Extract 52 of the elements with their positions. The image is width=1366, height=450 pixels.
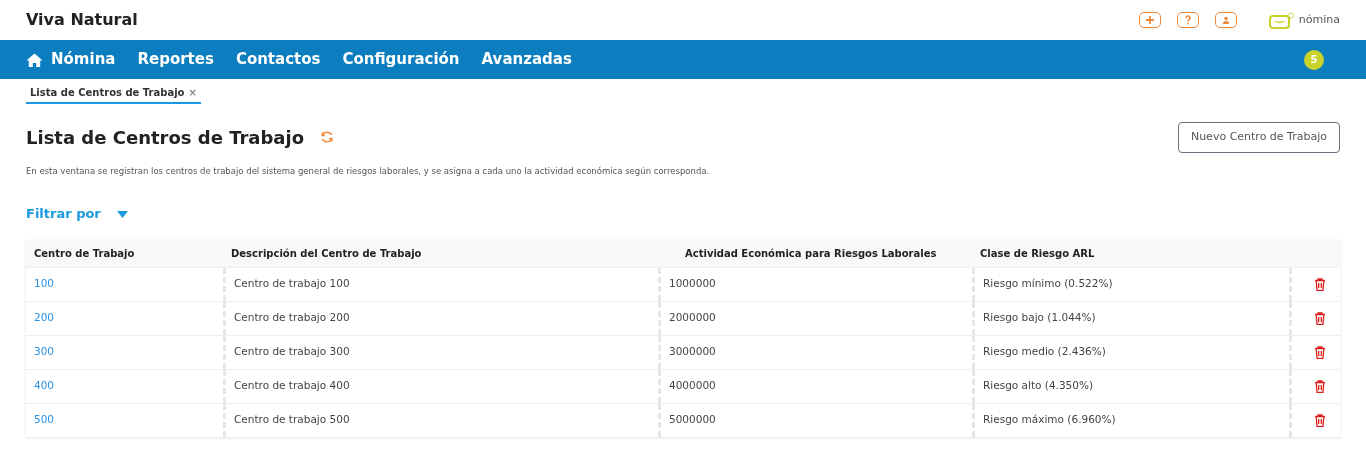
filter-dropdown[interactable]: Filtrar por (26, 204, 128, 224)
nav-link[interactable]: Contactos (235, 48, 321, 71)
help-button[interactable] (1176, 12, 1199, 28)
user-icon (1221, 16, 1230, 24)
table-cell-text: Riesgo mínimo (0.522%) (983, 276, 1113, 292)
table-cell-text: Centro de trabajo 200 (234, 310, 350, 326)
table-cell-text: Centro de trabajo 400 (234, 378, 350, 394)
open-tab[interactable]: Lista de Centros de Trabajo × (26, 79, 201, 104)
table-cell-text: 3000000 (669, 344, 716, 360)
table-cell-text: 1000000 (669, 276, 716, 292)
delete-icon[interactable] (1314, 345, 1326, 359)
delete-icon[interactable] (1314, 311, 1326, 325)
code-link[interactable]: 100 (34, 276, 55, 293)
description-text: En esta ventana se registran los centros de trabajo del sistema general de riesgos laborales, y se asigna a cada uno la actividad económica según corresponda. (26, 164, 711, 178)
plus-icon (1144, 15, 1155, 25)
table-cell-text: Centro de trabajo 300 (234, 344, 350, 360)
column-header: Descripción del Centro de Trabajo (230, 246, 423, 261)
close-icon[interactable]: × (188, 85, 197, 100)
product-label: nómina (1298, 11, 1340, 28)
code-link[interactable]: 400 (34, 378, 55, 395)
table-cell-text: Centro de trabajo 500 (234, 412, 350, 428)
delete-icon[interactable] (1314, 379, 1326, 393)
nav-link[interactable]: Configuración (342, 48, 460, 71)
nav-link[interactable]: Avanzadas (481, 48, 572, 71)
plus-button[interactable] (1138, 12, 1161, 28)
app-title: Viva Natural (26, 9, 138, 31)
code-link[interactable]: 300 (34, 344, 55, 361)
notification-badge: 5 (1304, 49, 1324, 70)
user-button[interactable] (1214, 12, 1237, 28)
table-cell-text: Riesgo máximo (6.960%) (983, 412, 1116, 428)
delete-icon[interactable] (1314, 413, 1326, 427)
table-cell-text: Riesgo bajo (1.044%) (983, 310, 1096, 326)
page-title: Lista de Centros de Trabajo (26, 125, 305, 150)
table-cell-text: 4000000 (669, 378, 716, 394)
table-cell-text: 5000000 (669, 412, 716, 428)
home-nav-link[interactable]: Nómina (26, 48, 116, 71)
code-link[interactable]: 200 (34, 310, 55, 327)
column-header: Centro de Trabajo (33, 246, 136, 261)
new-button[interactable]: Nuevo Centro de Trabajo (1177, 122, 1340, 153)
nav-link[interactable]: Reportes (137, 48, 214, 71)
table-cell-text: Riesgo alto (4.350%) (983, 378, 1094, 394)
column-header: Actividad Económica para Riesgos Laborales (684, 246, 938, 261)
help-icon (1183, 15, 1192, 25)
column-header: Clase de Riesgo ARL (979, 246, 1096, 261)
table-cell-text: Centro de trabajo 100 (234, 276, 350, 292)
delete-icon[interactable] (1314, 277, 1326, 291)
code-link[interactable]: 500 (34, 412, 55, 429)
home-icon (26, 52, 43, 67)
table-cell-text: 2000000 (669, 310, 716, 326)
caret-icon (116, 210, 128, 218)
table-cell-text: Riesgo medio (2.436%) (983, 344, 1106, 360)
refresh-icon[interactable] (320, 130, 335, 145)
